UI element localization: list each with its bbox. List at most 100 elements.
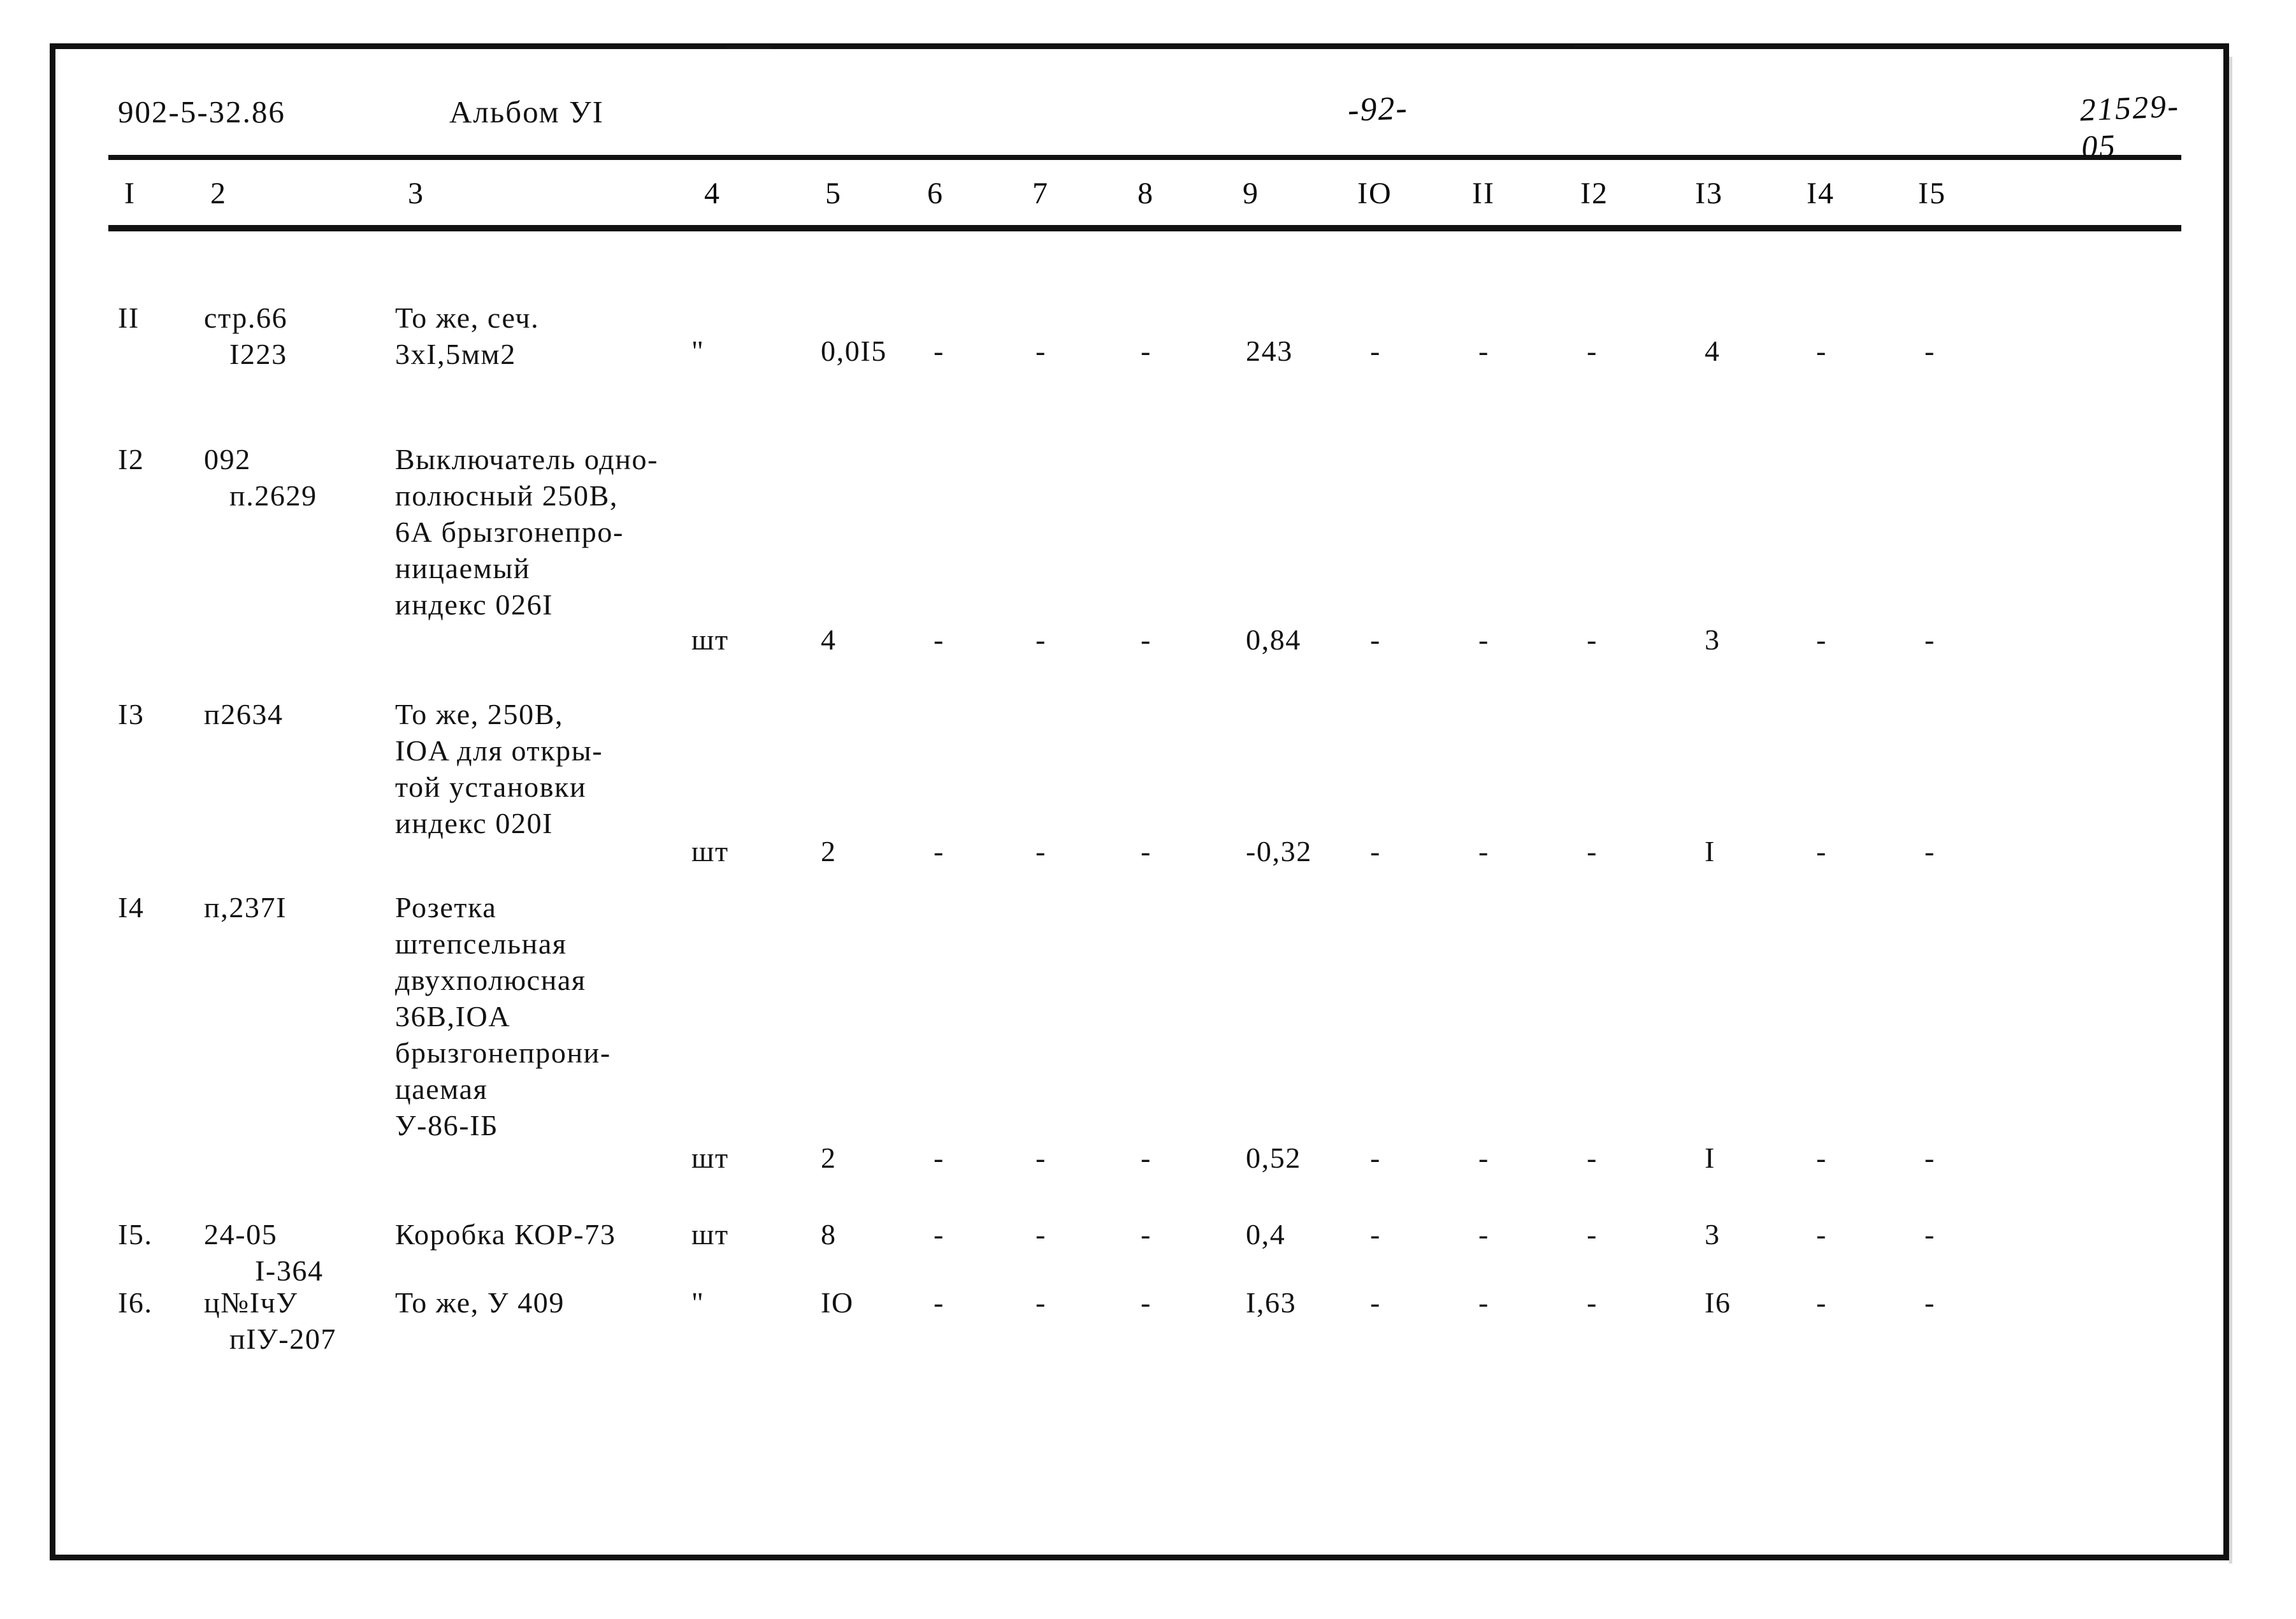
row-value-col-14: - xyxy=(1816,623,1827,656)
row-value-col-12: - xyxy=(1587,335,1598,367)
row-description-line: полюсный 250В, xyxy=(395,479,618,512)
row-value-col-15: - xyxy=(1924,835,1935,868)
row-value-col-11: - xyxy=(1478,1286,1489,1319)
row-value-col-12: - xyxy=(1587,835,1598,868)
row-value-col-7: - xyxy=(1036,1218,1046,1251)
row-description-line: У-86-IБ xyxy=(395,1109,499,1142)
row-description-line: той установки xyxy=(395,771,587,803)
scanned-page: 902-5-32.86 Альбом УI -92- 21529-05 I234… xyxy=(0,0,2296,1619)
row-value-col-6: - xyxy=(934,1142,944,1174)
row-unit: " xyxy=(691,1286,705,1319)
row-value-col-7: - xyxy=(1036,623,1046,656)
row-reference-line: 24-05 xyxy=(204,1218,278,1251)
row-item-number: I4 xyxy=(118,891,145,924)
row-value-col-15: - xyxy=(1924,623,1935,656)
row-value-col-13: I xyxy=(1705,835,1715,868)
scan-speckle xyxy=(1574,45,1599,47)
row-description-line: 3xI,5мм2 xyxy=(395,338,516,370)
row-reference-line: ц№IчУ xyxy=(204,1286,298,1319)
row-value-col-9: 243 xyxy=(1246,335,1293,367)
row-value-col-12: - xyxy=(1587,1286,1598,1319)
row-reference-line: п,237I xyxy=(204,891,287,924)
row-value-col-6: - xyxy=(934,835,944,868)
row-description-line: индекс 026I xyxy=(395,588,554,621)
scan-speckle xyxy=(726,46,771,49)
row-description-line: IOA для откры- xyxy=(395,734,603,767)
row-item-number: II xyxy=(118,301,140,334)
row-value-col-15: - xyxy=(1924,1286,1935,1319)
row-value-col-9: -0,32 xyxy=(1246,835,1312,868)
row-value-col-6: - xyxy=(934,1286,944,1319)
row-description-line: штепсельная xyxy=(395,927,567,960)
row-unit: шт xyxy=(691,835,729,868)
row-value-col-11: - xyxy=(1478,623,1489,656)
row-item-number: I2 xyxy=(118,443,145,476)
row-value-col-10: - xyxy=(1370,1142,1381,1174)
row-value-col-6: - xyxy=(934,335,944,367)
row-value-col-11: - xyxy=(1478,835,1489,868)
row-value-col-11: - xyxy=(1478,335,1489,367)
row-description-line: брызгонепрони- xyxy=(395,1036,611,1069)
row-value-col-5: 2 xyxy=(821,1142,837,1174)
row-unit: шт xyxy=(691,1142,729,1174)
row-value-col-7: - xyxy=(1036,1286,1046,1319)
table-body: II стр.66 I223 То же, сеч. 3xI,5мм2 " 0,0I5- - -… xyxy=(0,0,2296,1619)
row-value-col-14: - xyxy=(1816,1218,1827,1251)
row-description-line: Выключатель одно- xyxy=(395,443,659,476)
row-reference-line: I-364 xyxy=(255,1254,324,1287)
row-value-col-11: - xyxy=(1478,1218,1489,1251)
row-value-col-5: 4 xyxy=(821,623,837,656)
row-description-line: Розетка xyxy=(395,891,497,924)
row-value-col-12: - xyxy=(1587,1218,1598,1251)
row-value-col-10: - xyxy=(1370,335,1381,367)
row-value-col-14: - xyxy=(1816,1142,1827,1174)
row-value-col-15: - xyxy=(1924,1142,1935,1174)
row-value-col-6: - xyxy=(934,623,944,656)
row-description-line: двухполюсная xyxy=(395,964,586,996)
row-value-col-6: - xyxy=(934,1218,944,1251)
row-value-col-15: - xyxy=(1924,1218,1935,1251)
row-value-col-13: I6 xyxy=(1705,1286,1731,1319)
row-value-col-13: 4 xyxy=(1705,335,1721,367)
row-description-line: цаемая xyxy=(395,1073,488,1105)
row-value-col-10: - xyxy=(1370,835,1381,868)
row-value-col-9: I,63 xyxy=(1246,1286,1297,1319)
row-item-number: I3 xyxy=(118,698,145,730)
row-description-line: индекс 020I xyxy=(395,807,554,839)
row-unit: " xyxy=(691,335,705,367)
row-value-col-10: - xyxy=(1370,623,1381,656)
row-item-number: I6. xyxy=(118,1286,153,1319)
row-reference-line: п.2629 xyxy=(229,479,317,512)
row-description-line: 36В,IOA xyxy=(395,1000,511,1033)
row-description-line: То же, сеч. xyxy=(395,301,540,334)
row-value-col-8: - xyxy=(1141,1218,1152,1251)
row-description-line: То же, У 409 xyxy=(395,1286,565,1319)
row-value-col-15: - xyxy=(1924,335,1935,367)
row-value-col-7: - xyxy=(1036,835,1046,868)
row-value-col-13: 3 xyxy=(1705,1218,1721,1251)
row-value-col-7: - xyxy=(1036,335,1046,367)
row-value-col-10: - xyxy=(1370,1218,1381,1251)
row-value-col-5: IO xyxy=(821,1286,854,1319)
row-description-line: То же, 250В, xyxy=(395,698,564,730)
row-value-col-7: - xyxy=(1036,1142,1046,1174)
row-value-col-9: 0,84 xyxy=(1246,623,1301,656)
row-value-col-5: 0,0I5 xyxy=(821,335,887,367)
row-value-col-14: - xyxy=(1816,1286,1827,1319)
row-value-col-11: - xyxy=(1478,1142,1489,1174)
row-reference-line: пIУ-207 xyxy=(229,1323,337,1355)
row-value-col-9: 0,52 xyxy=(1246,1142,1301,1174)
row-reference-line: п2634 xyxy=(204,698,284,730)
row-value-col-8: - xyxy=(1141,335,1152,367)
row-description-line: 6А брызгонепро- xyxy=(395,516,624,548)
row-unit: шт xyxy=(691,1218,729,1251)
row-value-col-14: - xyxy=(1816,335,1827,367)
row-value-col-5: 2 xyxy=(821,835,837,868)
row-value-col-10: - xyxy=(1370,1286,1381,1319)
row-reference-line: 092 xyxy=(204,443,251,476)
row-value-col-9: 0,4 xyxy=(1246,1218,1286,1251)
row-value-col-8: - xyxy=(1141,835,1152,868)
row-unit: шт xyxy=(691,623,729,656)
row-description-line: Коробка КОР-73 xyxy=(395,1218,616,1251)
row-reference-line: I223 xyxy=(229,338,287,370)
